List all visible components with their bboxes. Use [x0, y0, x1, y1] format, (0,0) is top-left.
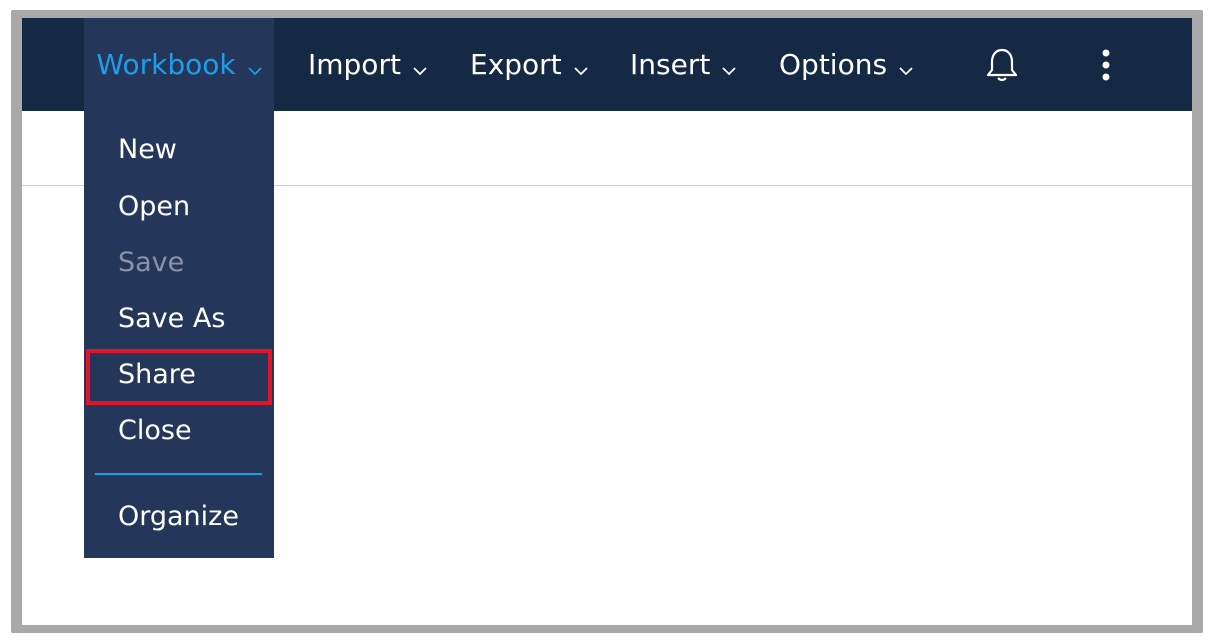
menu-separator — [95, 473, 262, 475]
top-menu-bar: Workbook Import Export Insert Options — [22, 18, 1192, 111]
chevron-down-icon — [413, 50, 427, 83]
app-window: Workbook Import Export Insert Options Ne… — [22, 18, 1192, 625]
menu-item-share[interactable]: Share — [84, 352, 274, 396]
chevron-down-icon — [722, 50, 736, 83]
chevron-down-icon — [247, 50, 262, 83]
menu-insert-label: Insert — [630, 48, 711, 81]
menu-item-organize[interactable]: Organize — [84, 494, 274, 538]
menu-options-label: Options — [779, 48, 888, 81]
menu-item-save-as[interactable]: Save As — [84, 296, 274, 340]
menu-item-new[interactable]: New — [84, 127, 274, 171]
menu-options[interactable]: Options — [779, 18, 913, 111]
menu-item-save: Save — [118, 246, 185, 278]
menu-import-label: Import — [308, 48, 401, 81]
menu-insert[interactable]: Insert — [630, 18, 736, 111]
menu-workbook[interactable]: Workbook — [84, 18, 274, 111]
bell-icon[interactable] — [985, 47, 1019, 83]
menu-item-open[interactable]: Open — [84, 184, 274, 228]
menu-item-close[interactable]: Close — [84, 408, 274, 452]
menu-workbook-label: Workbook — [96, 48, 236, 81]
chevron-down-icon — [574, 50, 588, 83]
workbook-dropdown-menu: New Open Save Save As Share Close Organi… — [84, 111, 274, 558]
kebab-vertical-icon[interactable] — [1096, 47, 1116, 83]
menu-export[interactable]: Export — [470, 18, 588, 111]
menu-import[interactable]: Import — [308, 18, 427, 111]
menu-export-label: Export — [470, 48, 562, 81]
chevron-down-icon — [899, 50, 913, 83]
